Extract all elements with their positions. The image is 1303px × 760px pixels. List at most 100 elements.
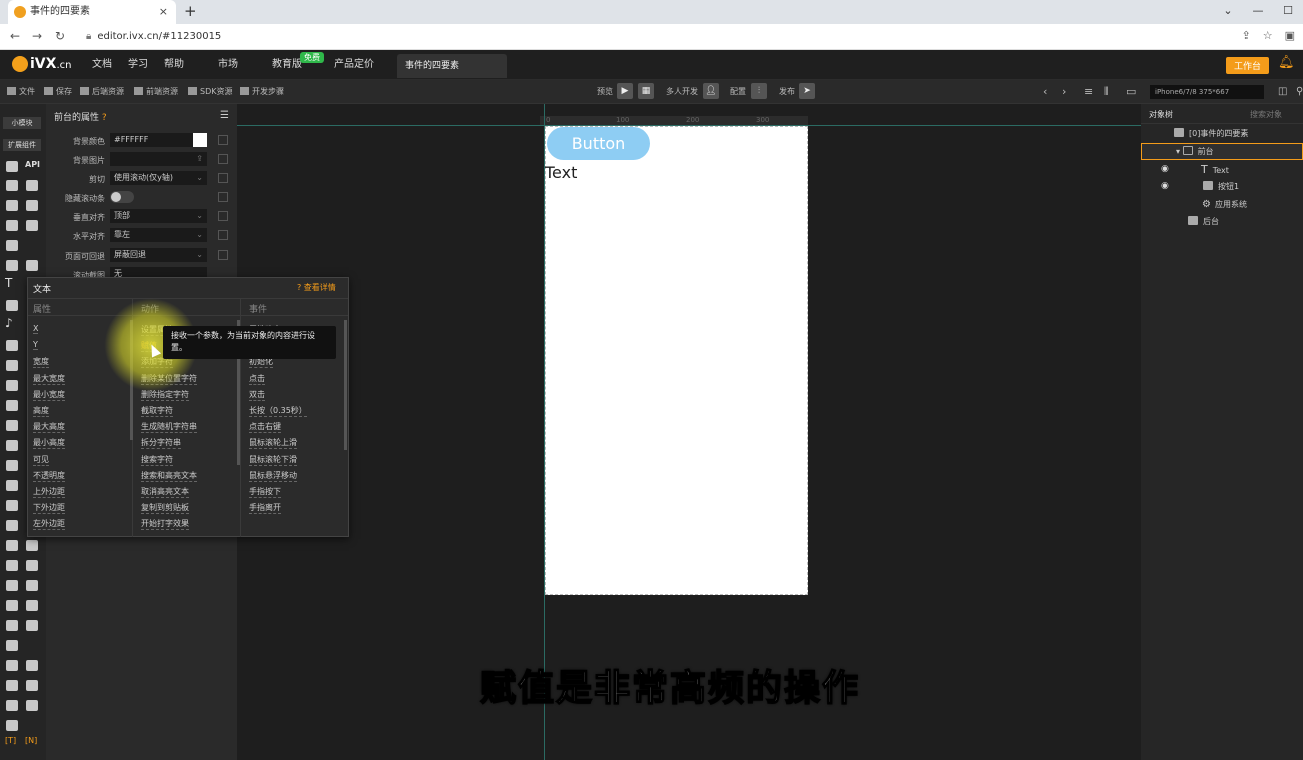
share-icon[interactable]: ⇪ <box>1242 29 1251 42</box>
toolbar-steps[interactable]: 开发步骤 <box>240 86 284 98</box>
eye-icon[interactable]: ◉ <box>1161 164 1169 174</box>
canvas-button[interactable]: Button <box>547 127 650 160</box>
clock-icon[interactable] <box>6 660 18 671</box>
popup-event-item[interactable]: 手指离开 <box>249 502 281 515</box>
api-icon[interactable]: API <box>25 160 40 169</box>
3d-icon[interactable] <box>6 680 18 691</box>
chat-icon[interactable] <box>26 580 38 591</box>
link-icon[interactable] <box>218 250 228 260</box>
gallery-icon[interactable] <box>6 560 18 571</box>
menu-education[interactable]: 教育版 <box>272 58 302 72</box>
clip-select[interactable]: 使用滚动(仅y轴) ⌄ <box>110 171 207 185</box>
tab-object-tree[interactable]: 对象树 <box>1149 109 1173 120</box>
word-icon[interactable] <box>6 380 18 391</box>
bag-icon[interactable] <box>6 161 18 172</box>
tree-node-button[interactable]: 按钮1 <box>1203 181 1239 193</box>
card-icon[interactable] <box>6 540 18 551</box>
maximize-button[interactable]: ☐ <box>1273 0 1303 22</box>
canvas-text[interactable]: Text <box>545 163 577 182</box>
toolbar-save[interactable]: 保存 <box>44 86 72 98</box>
toolbar-frontend[interactable]: 前端资源 <box>134 86 178 98</box>
bracket-n-icon[interactable]: [N] <box>25 736 37 745</box>
text-icon[interactable]: T <box>5 276 12 290</box>
bg-color-field[interactable]: #FFFFFF <box>110 133 207 147</box>
user-icon[interactable]: 👤︎ <box>703 83 719 99</box>
edit-icon[interactable] <box>6 300 18 311</box>
view-details-link[interactable]: ? 查看详情 <box>297 282 336 293</box>
textarea-icon[interactable] <box>6 520 18 531</box>
popup-action-item[interactable]: 搜索字符 <box>141 454 173 466</box>
url-field[interactable]: 🔒︎ editor.ivx.cn/#11230015 <box>86 27 221 47</box>
popup-event-item[interactable]: 点击右键 <box>249 421 281 434</box>
bg-image-field[interactable]: ⇪ <box>110 152 207 166</box>
popup-event-item[interactable]: 鼠标滚轮下滑 <box>249 454 297 466</box>
dots-icon[interactable] <box>26 560 38 571</box>
video-icon[interactable] <box>6 340 18 351</box>
small-module-tab[interactable]: 小模块 <box>3 117 41 129</box>
pdf-icon[interactable] <box>6 400 18 411</box>
popup-action-item[interactable]: 开始打字效果 <box>141 518 189 531</box>
popup-event-item[interactable]: 长按（0.35秒） <box>249 405 307 417</box>
link-icon[interactable] <box>218 135 228 145</box>
camera-icon[interactable] <box>6 360 18 371</box>
tree-node-front[interactable]: ▾ 前台 <box>1176 146 1214 158</box>
layout-icon[interactable] <box>26 600 38 611</box>
popup-prop-item[interactable]: 可见 <box>33 454 49 466</box>
scrollbar[interactable] <box>344 320 347 450</box>
document-tab[interactable]: 事件的四要素 <box>397 54 507 78</box>
menu-market[interactable]: 市场 <box>218 58 238 72</box>
upload-icon[interactable] <box>6 220 18 231</box>
copy-icon[interactable] <box>6 240 18 251</box>
next-arrow-icon[interactable]: › <box>1062 86 1066 98</box>
form-icon[interactable] <box>6 460 18 471</box>
popup-prop-item[interactable]: 最小高度 <box>33 437 65 450</box>
extension-component-tab[interactable]: 扩展组件 <box>3 139 41 151</box>
upload-icon[interactable]: ⇪ <box>196 152 203 166</box>
popup-action-item[interactable]: 复制到剪贴板 <box>141 502 189 515</box>
picture-icon[interactable] <box>26 260 38 271</box>
menu-help[interactable]: 帮助 <box>164 58 184 72</box>
popup-prop-item[interactable]: 最大宽度 <box>33 373 65 385</box>
popup-prop-item[interactable]: Y <box>33 340 38 351</box>
popup-action-item[interactable]: 取消高亮文本 <box>141 486 189 498</box>
table-icon[interactable] <box>26 220 38 231</box>
device-select[interactable]: iPhone6/7/8 375*667 <box>1150 85 1264 99</box>
send-icon[interactable]: ➤ <box>799 83 815 99</box>
popup-prop-item[interactable]: 上外边距 <box>33 486 65 498</box>
popup-prop-item[interactable]: 不透明度 <box>33 470 65 482</box>
link-icon[interactable] <box>218 173 228 183</box>
popup-event-item[interactable]: 鼠标滚轮上滑 <box>249 437 297 450</box>
grid-icon[interactable] <box>6 440 18 451</box>
search-icon[interactable]: ⚲ <box>1296 86 1303 98</box>
bell-icon[interactable]: 🔔︎ <box>1278 55 1295 70</box>
tree-node-back[interactable]: 后台 <box>1188 216 1219 228</box>
toggle-icon[interactable] <box>6 580 18 591</box>
toolbar-file[interactable]: 文件 <box>7 86 35 98</box>
workbench-button[interactable]: 工作台 <box>1226 57 1270 74</box>
tree-node-app-system[interactable]: ⚙ 应用系统 <box>1202 199 1247 211</box>
star-icon[interactable]: ☆ <box>1263 29 1273 42</box>
panel-icon[interactable]: ◫ <box>1278 86 1287 98</box>
browser-tab[interactable]: 事件的四要素 × <box>8 0 176 24</box>
hide-scrollbar-toggle[interactable] <box>110 191 134 203</box>
new-tab-button[interactable]: + <box>184 2 197 20</box>
toolbar-backend[interactable]: 后端资源 <box>80 86 124 98</box>
table-grid-icon[interactable] <box>6 620 18 631</box>
columns-icon[interactable]: ⫴ <box>1104 86 1109 98</box>
qrcode-icon[interactable]: ▦ <box>638 83 654 99</box>
image-icon[interactable] <box>6 260 18 271</box>
eye-icon[interactable]: ◉ <box>1161 181 1169 191</box>
tree-icon[interactable] <box>26 620 38 631</box>
popup-prop-item[interactable]: 宽度 <box>33 356 49 369</box>
move-icon[interactable] <box>26 700 38 711</box>
expand-arrow-icon[interactable]: ▾ <box>1176 147 1183 156</box>
music-icon[interactable]: ♪ <box>5 316 13 330</box>
download-icon[interactable] <box>26 200 38 211</box>
align-icon[interactable]: ≡ <box>1084 86 1093 98</box>
reload-icon[interactable]: ↻ <box>55 29 65 43</box>
input-icon[interactable] <box>6 500 18 511</box>
hourglass-icon[interactable] <box>26 660 38 671</box>
menu-pricing[interactable]: 产品定价 <box>334 58 374 72</box>
popup-prop-item[interactable]: 最大高度 <box>33 421 65 434</box>
minimize-button[interactable]: — <box>1243 0 1273 22</box>
